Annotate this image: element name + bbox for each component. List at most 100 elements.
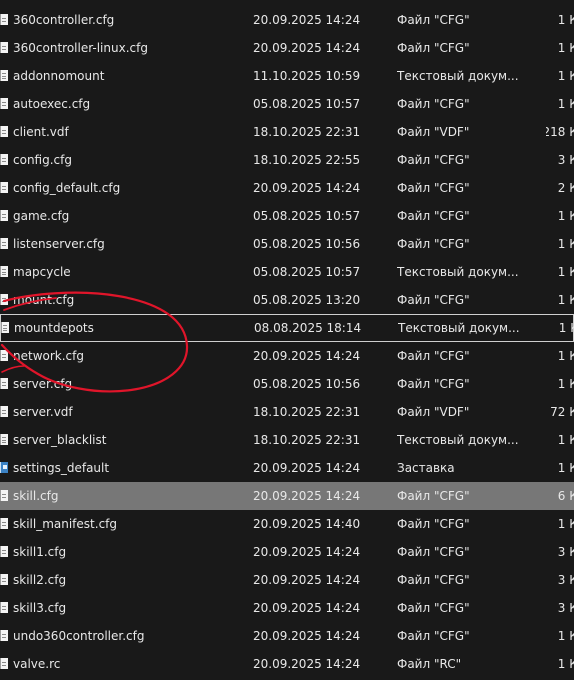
file-date-modified: 20.09.2025 14:24 xyxy=(253,349,361,363)
file-size: 1 КБ xyxy=(546,90,574,118)
file-type: Файл "CFG" xyxy=(397,97,470,111)
file-type: Файл "CFG" xyxy=(397,517,470,531)
file-name: config_default.cfg xyxy=(13,181,121,195)
file-size-value: 6 КБ xyxy=(557,489,574,503)
file-row[interactable]: game.cfg 05.08.2025 10:57 Файл "CFG" 1 КБ xyxy=(0,202,574,230)
file-row[interactable]: addonnomount 11.10.2025 10:59 Текстовый до… xyxy=(0,62,574,90)
file-date-modified: 18.10.2025 22:31 xyxy=(253,125,361,139)
file-row[interactable]: skill_manifest.cfg 20.09.2025 14:40 Файл "… xyxy=(0,510,574,538)
file-size-value: 1 КБ xyxy=(557,265,574,279)
cfg-file-icon xyxy=(0,342,8,370)
file-size: 1 КБ xyxy=(546,622,574,650)
file-type: Текстовый докум... xyxy=(397,69,519,83)
file-size-value: 1 КБ xyxy=(557,13,574,27)
file-date-modified: 20.09.2025 14:24 xyxy=(253,489,361,503)
file-name: settings_default xyxy=(13,461,110,475)
file-row[interactable]: skill.cfg 20.09.2025 14:24 Файл "CFG" 6 КБ xyxy=(0,482,574,510)
file-size-value: 1 КБ xyxy=(557,293,574,307)
file-date-modified: 20.09.2025 14:24 xyxy=(253,573,361,587)
file-row[interactable]: server.vdf 18.10.2025 22:31 Файл "VDF" 72 К… xyxy=(0,398,574,426)
file-date-modified: 20.09.2025 14:24 xyxy=(253,601,361,615)
file-size-value: 1 КБ xyxy=(557,349,574,363)
file-row[interactable]: undo360controller.cfg 20.09.2025 14:24 Фай… xyxy=(0,622,574,650)
file-size-value: 3 КБ xyxy=(557,601,574,615)
file-size: 1 КБ xyxy=(546,34,574,62)
file-row[interactable]: network.cfg 20.09.2025 14:24 Файл "CFG" 1 К… xyxy=(0,342,574,370)
file-row[interactable]: autoexec.cfg 05.08.2025 10:57 Файл "CFG" 1 … xyxy=(0,90,574,118)
vdf-file-icon xyxy=(0,118,8,146)
file-size: 1 КБ xyxy=(546,510,574,538)
file-size: 6 КБ xyxy=(546,482,574,510)
file-type: Файл "CFG" xyxy=(397,377,470,391)
file-date-modified: 18.10.2025 22:31 xyxy=(253,433,361,447)
text-document-icon xyxy=(0,426,8,454)
file-size: 3 КБ xyxy=(546,566,574,594)
file-row[interactable]: config_default.cfg 20.09.2025 14:24 Файл "… xyxy=(0,174,574,202)
file-name: addonnomount xyxy=(13,69,105,83)
file-name: skill.cfg xyxy=(13,489,59,503)
rc-file-icon xyxy=(0,650,8,678)
file-size: 3 КБ xyxy=(546,538,574,566)
file-row[interactable]: mapcycle 05.08.2025 10:57 Текстовый докум.… xyxy=(0,258,574,286)
file-type: Текстовый докум... xyxy=(398,321,520,335)
file-row[interactable]: skill1.cfg 20.09.2025 14:24 Файл "CFG" 3 КБ xyxy=(0,538,574,566)
file-row[interactable]: settings_default 20.09.2025 14:24 Заставка… xyxy=(0,454,574,482)
file-row[interactable]: server_blacklist 18.10.2025 22:31 Текстовы… xyxy=(0,426,574,454)
file-name: skill_manifest.cfg xyxy=(13,517,118,531)
cfg-file-icon xyxy=(0,90,8,118)
file-size-value: 1 КБ xyxy=(557,209,574,223)
file-row[interactable]: server.cfg 05.08.2025 10:56 Файл "CFG" 1 КБ xyxy=(0,370,574,398)
cfg-file-icon xyxy=(0,34,8,62)
file-row[interactable]: config.cfg 18.10.2025 22:55 Файл "CFG" 3 КБ xyxy=(0,146,574,174)
file-size: 1 КБ xyxy=(546,62,574,90)
file-size-value: 1 КБ xyxy=(557,69,574,83)
file-row[interactable]: 360controller-linux.cfg 20.09.2025 14:24 Ф… xyxy=(0,34,574,62)
file-size: 218 КБ xyxy=(546,118,574,146)
file-type: Текстовый докум... xyxy=(397,265,519,279)
file-row[interactable]: valve.rc 20.09.2025 14:24 Файл "RC" 1 КБ xyxy=(0,650,574,678)
file-size-value: 1 КБ xyxy=(557,237,574,251)
file-name: server_blacklist xyxy=(13,433,107,447)
file-type: Текстовый докум... xyxy=(397,433,519,447)
file-date-modified: 05.08.2025 10:57 xyxy=(253,97,361,111)
file-size: 3 КБ xyxy=(546,146,574,174)
cfg-file-icon xyxy=(0,538,8,566)
screensaver-icon xyxy=(0,454,8,482)
file-row[interactable]: 360controller.cfg 20.09.2025 14:24 Файл "C… xyxy=(0,6,574,34)
file-row[interactable]: listenserver.cfg 05.08.2025 10:56 Файл "CF… xyxy=(0,230,574,258)
file-size-value: 3 КБ xyxy=(557,153,574,167)
file-size: 1 КБ xyxy=(546,286,574,314)
file-size-value: 1 КБ xyxy=(557,461,574,475)
file-size: 1 КБ xyxy=(546,230,574,258)
file-size-value: 1 КБ xyxy=(557,433,574,447)
file-date-modified: 08.08.2025 18:14 xyxy=(254,321,362,335)
file-type: Файл "CFG" xyxy=(397,13,470,27)
file-type: Файл "CFG" xyxy=(397,153,470,167)
file-date-modified: 20.09.2025 14:24 xyxy=(253,181,361,195)
text-document-icon xyxy=(1,314,9,342)
file-name: skill3.cfg xyxy=(13,601,67,615)
file-row[interactable]: skill3.cfg 20.09.2025 14:24 Файл "CFG" 3 КБ xyxy=(0,594,574,622)
file-list: 360controller.cfg 20.09.2025 14:24 Файл "C… xyxy=(0,6,574,678)
file-date-modified: 18.10.2025 22:55 xyxy=(253,153,361,167)
file-type: Файл "CFG" xyxy=(397,489,470,503)
file-date-modified: 05.08.2025 10:57 xyxy=(253,265,361,279)
file-name: mount.cfg xyxy=(13,293,75,307)
file-row[interactable]: client.vdf 18.10.2025 22:31 Файл "VDF" 218 … xyxy=(0,118,574,146)
file-date-modified: 20.09.2025 14:24 xyxy=(253,657,361,671)
file-row[interactable]: mountdepots 08.08.2025 18:14 Текстовый док… xyxy=(0,314,574,342)
file-size-value: 2 КБ xyxy=(557,181,574,195)
file-size: 1 КБ xyxy=(546,370,574,398)
file-date-modified: 18.10.2025 22:31 xyxy=(253,405,361,419)
vdf-file-icon xyxy=(0,398,8,426)
file-type: Файл "CFG" xyxy=(397,41,470,55)
file-row[interactable]: skill2.cfg 20.09.2025 14:24 Файл "CFG" 3 КБ xyxy=(0,566,574,594)
file-row[interactable]: mount.cfg 05.08.2025 13:20 Файл "CFG" 1 КБ xyxy=(0,286,574,314)
file-type: Файл "CFG" xyxy=(397,545,470,559)
file-size-value: 3 КБ xyxy=(557,573,574,587)
file-size-value: 1 КБ xyxy=(557,629,574,643)
file-date-modified: 05.08.2025 10:56 xyxy=(253,377,361,391)
file-type: Заставка xyxy=(397,461,455,475)
file-size-value: 1 КБ xyxy=(557,517,574,531)
file-size-value: 218 КБ xyxy=(546,125,574,139)
